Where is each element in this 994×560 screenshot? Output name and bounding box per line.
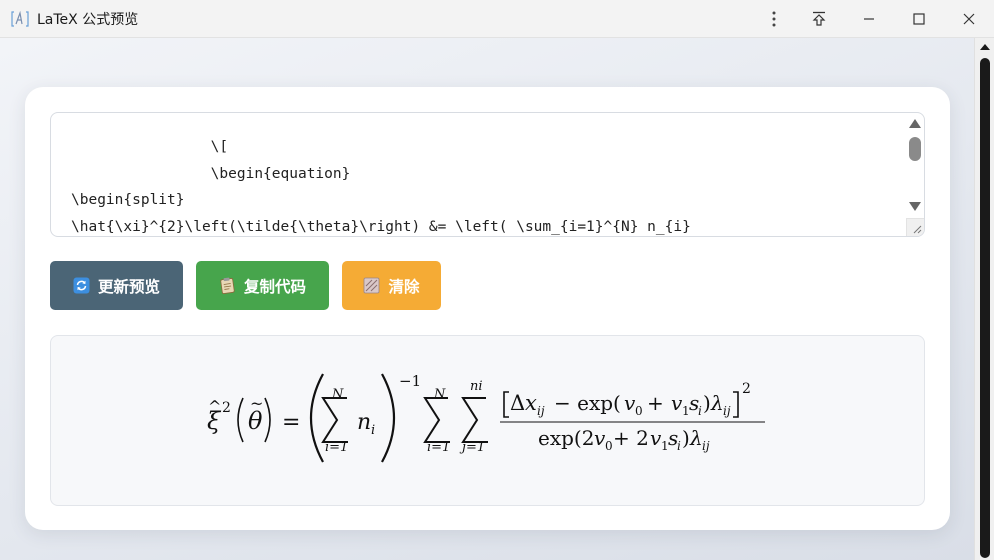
minimize-icon[interactable] <box>844 0 894 38</box>
lambda-subscript: ij <box>723 404 731 418</box>
right-bracket <box>733 391 739 418</box>
lambda-symbol: λ <box>710 391 724 415</box>
denominator-exp: exp(2 <box>538 426 594 450</box>
summation-icon <box>321 397 348 443</box>
clipboard-icon <box>219 277 236 294</box>
close-icon[interactable] <box>944 0 994 38</box>
left-paren <box>237 397 244 443</box>
sum-lower-limit: j=1 <box>459 440 485 455</box>
big-left-paren <box>309 373 324 463</box>
main-card: \[ \begin{equation} \begin{split} \hat{\… <box>25 87 950 530</box>
window-title: LaTeX 公式预览 <box>37 11 139 28</box>
refresh-icon <box>73 277 90 294</box>
numerator-exp: − exp( <box>554 391 621 415</box>
scroll-down-arrow-icon[interactable] <box>980 550 990 556</box>
tilde-accent: ~ <box>250 394 263 413</box>
maximize-icon[interactable] <box>894 0 944 38</box>
editor-scroll-up-icon[interactable] <box>909 119 921 128</box>
x-symbol: x <box>525 391 537 415</box>
hat-accent: ^ <box>208 397 221 416</box>
n-symbol: n <box>357 410 371 435</box>
latex-code-editor[interactable]: \[ \begin{equation} \begin{split} \hat{\… <box>50 112 925 237</box>
n-subscript: i <box>371 423 375 438</box>
sum-lower-limit: i=1 <box>325 440 348 455</box>
code-line: \hat{\xi}^{2}\left(\tilde{\theta}\right)… <box>71 218 691 235</box>
code-line: \begin{equation} <box>71 165 351 182</box>
copy-code-label: 复制代码 <box>243 277 306 296</box>
page-scrollbar-thumb[interactable] <box>980 58 990 558</box>
pin-on-top-icon[interactable] <box>794 0 844 38</box>
right-paren <box>264 397 271 443</box>
summation-icon <box>461 397 488 443</box>
inverse-exponent: −1 <box>399 372 421 390</box>
close-paren: ) <box>682 426 690 450</box>
clear-label: 清除 <box>388 277 420 296</box>
formula-preview: ξ ^ 2 θ ~ = N i=1 n i −1 N i=1 ni j=1 Δ … <box>50 335 925 506</box>
close-paren: ) <box>703 391 711 415</box>
rendered-formula: ξ ^ 2 θ ~ = N i=1 n i −1 N i=1 ni j=1 Δ … <box>207 372 765 463</box>
sum-upper-limit: N <box>433 387 446 402</box>
copy-code-button[interactable]: 复制代码 <box>196 261 329 310</box>
code-line: \[ <box>71 139 229 155</box>
editor-scroll-down-icon[interactable] <box>909 202 921 211</box>
big-right-paren <box>381 373 396 463</box>
plus-sign: + <box>647 391 664 415</box>
s-subscript: i <box>677 439 681 453</box>
title-bar: LaTeX 公式预览 <box>0 0 994 38</box>
scroll-up-arrow-icon[interactable] <box>980 44 990 50</box>
app-logo-icon <box>10 9 30 29</box>
x-subscript: ij <box>537 404 545 418</box>
lambda-subscript: ij <box>702 439 710 453</box>
refresh-preview-label: 更新预览 <box>97 277 160 296</box>
lambda-symbol: λ <box>689 426 703 450</box>
sum-upper-limit: N <box>331 387 344 402</box>
equals-sign: = <box>282 410 300 435</box>
xi-exponent: 2 <box>222 400 231 416</box>
clear-button[interactable]: 清除 <box>342 261 441 310</box>
s-subscript: i <box>698 404 702 418</box>
summation-icon <box>423 397 450 443</box>
v0-subscript: 0 <box>635 404 643 418</box>
v0-subscript: 0 <box>605 439 613 453</box>
delta-symbol: Δ <box>510 391 525 415</box>
refresh-preview-button[interactable]: 更新预览 <box>50 261 183 310</box>
resize-grip-icon[interactable] <box>906 218 924 236</box>
denominator-plus: + 2 <box>613 426 649 450</box>
latex-code-text[interactable]: \[ \begin{equation} \begin{split} \hat{\… <box>71 134 691 236</box>
sum-upper-limit: ni <box>470 379 483 394</box>
sum-lower-limit: i=1 <box>427 440 450 455</box>
eraser-icon <box>363 277 380 294</box>
bracket-exponent: 2 <box>742 381 751 397</box>
more-options-icon[interactable] <box>754 0 794 38</box>
editor-scrollbar-thumb[interactable] <box>909 137 921 161</box>
code-line: \begin{split} <box>71 192 185 208</box>
left-bracket <box>503 391 509 418</box>
page-scrollbar[interactable] <box>974 38 994 560</box>
